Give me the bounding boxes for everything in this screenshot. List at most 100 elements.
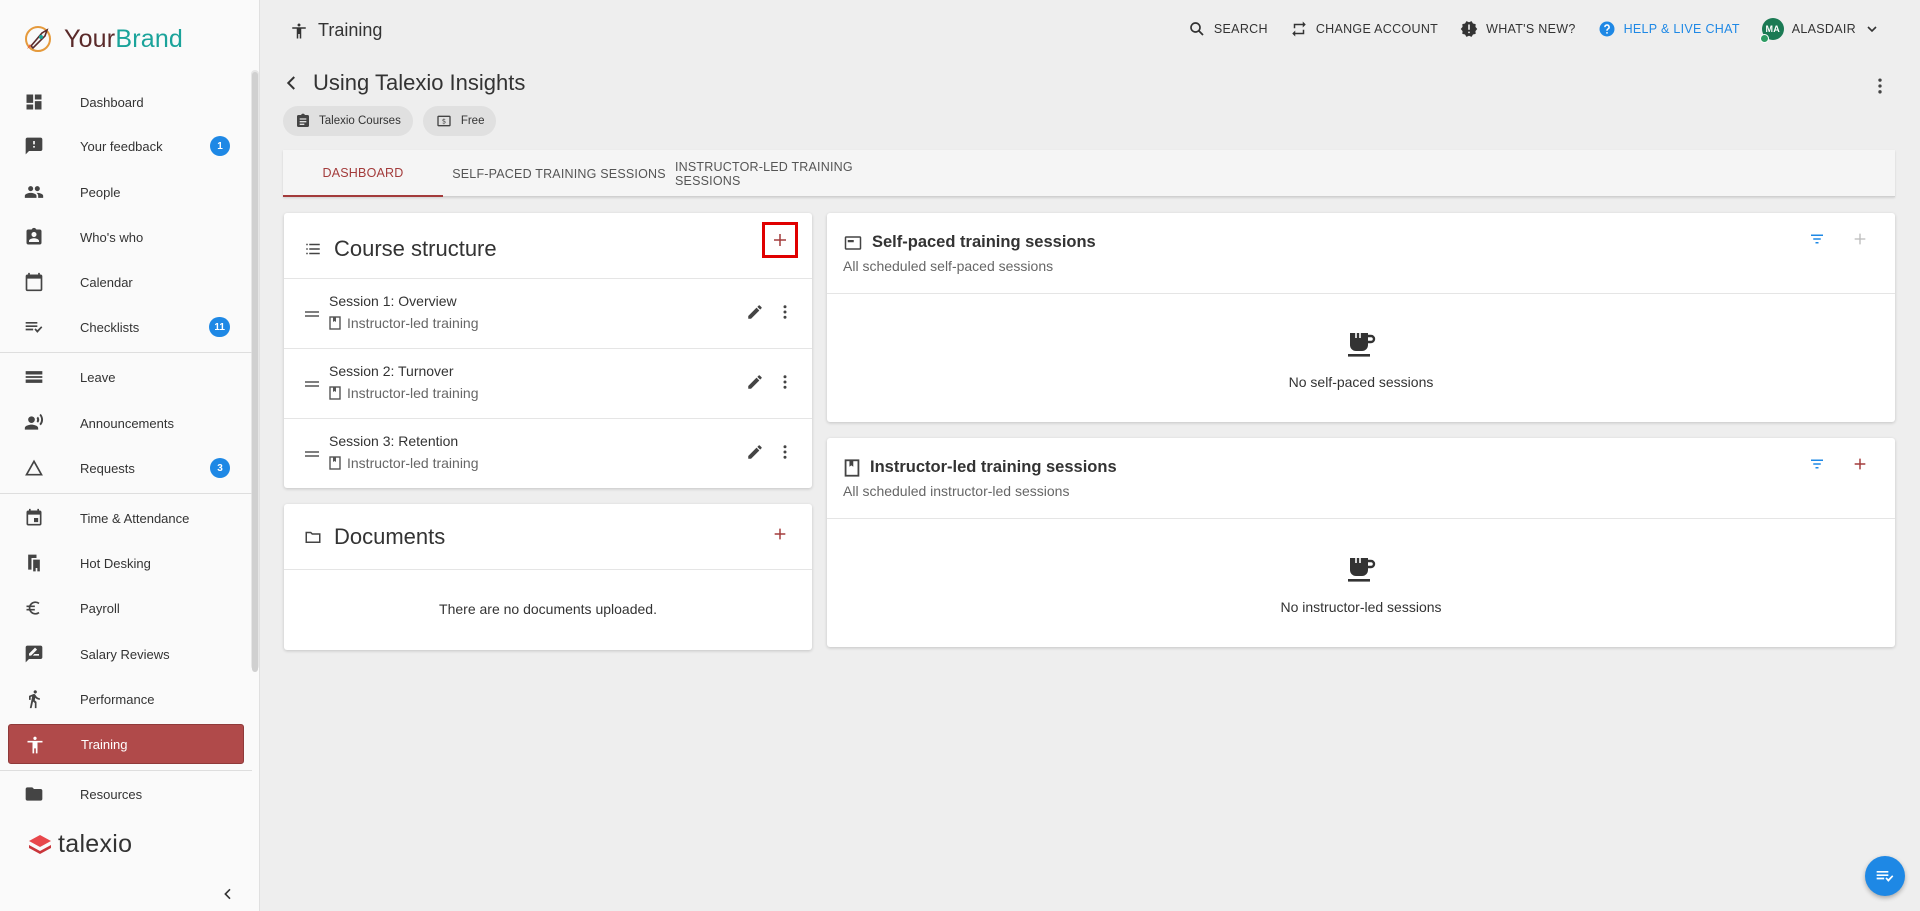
time-attendance-icon: [24, 508, 44, 528]
search-label: SEARCH: [1213, 22, 1268, 36]
help-live-chat-button[interactable]: HELP & LIVE CHAT: [1598, 20, 1740, 38]
tab-self-paced-sessions[interactable]: SELF-PACED TRAINING SESSIONS: [443, 150, 675, 197]
sidebar-item-people[interactable]: People: [8, 172, 244, 212]
sidebar-item-requests[interactable]: Requests 3: [8, 448, 244, 488]
salary-review-icon: [24, 644, 44, 664]
swap-icon: [1290, 20, 1308, 38]
sidebar-item-payroll[interactable]: Payroll: [8, 588, 244, 628]
session-more-options-button[interactable]: [776, 303, 794, 321]
user-name: ALASDAIR: [1791, 22, 1856, 36]
brand-logo[interactable]: YourBrand: [22, 24, 183, 54]
talexio-logo-text: talexio: [58, 830, 133, 858]
training-icon: [25, 735, 45, 755]
edit-session-button[interactable]: [746, 373, 764, 391]
sidebar-item-checklists[interactable]: Checklists 11: [8, 307, 244, 347]
add-self-paced-session-button[interactable]: [1848, 227, 1872, 251]
category-chip-label: Talexio Courses: [319, 115, 401, 127]
self-paced-filter-button[interactable]: [1805, 227, 1829, 251]
money-icon: $: [435, 113, 453, 129]
brand-name: YourBrand: [64, 24, 184, 53]
top-bar: Training SEARCH CHANGE ACCOUNT WHAT'S NE…: [260, 0, 1920, 62]
session-more-options-button[interactable]: [776, 373, 794, 391]
pencil-icon: [746, 443, 764, 461]
price-chip: $ Free: [422, 106, 497, 136]
course-structure-title: Course structure: [334, 236, 497, 261]
feedback-count-badge: 1: [210, 136, 230, 156]
sidebar: YourBrand Dashboard Your feedback 1 Peop…: [0, 0, 260, 911]
session-type: Instructor-led training: [329, 385, 479, 401]
chevron-left-icon: [283, 74, 301, 92]
leave-icon: [24, 367, 44, 387]
sidebar-item-performance[interactable]: Performance: [8, 679, 244, 719]
add-document-button[interactable]: [768, 522, 792, 546]
instructor-led-filter-button[interactable]: [1805, 452, 1829, 476]
coffee-icon: [1347, 555, 1377, 583]
folder-outline-icon: [304, 528, 322, 546]
drag-handle-icon[interactable]: [304, 449, 320, 459]
bookmark-book-icon: [329, 316, 341, 330]
instructor-led-sessions-card: Instructor-led training sessions All sch…: [827, 438, 1895, 647]
sidebar-scrollbar-thumb[interactable]: [252, 72, 258, 672]
pencil-icon: [746, 303, 764, 321]
self-paced-title: Self-paced training sessions: [872, 233, 1096, 251]
session-name: Session 3: Retention: [329, 433, 459, 449]
drag-handle-icon[interactable]: [304, 309, 320, 319]
self-paced-divider: [827, 293, 1895, 294]
search-button[interactable]: SEARCH: [1188, 20, 1268, 38]
sidebar-item-whos-who[interactable]: Who's who: [8, 217, 244, 257]
sidebar-item-salary-reviews[interactable]: Salary Reviews: [8, 634, 244, 674]
sidebar-item-label: Announcements: [80, 415, 174, 431]
sidebar-item-dashboard[interactable]: Dashboard: [8, 82, 244, 122]
filter-icon: [1808, 455, 1826, 473]
tab-instructor-led-sessions[interactable]: INSTRUCTOR-LED TRAINING SESSIONS: [675, 150, 911, 197]
user-menu[interactable]: MA ALASDAIR: [1759, 18, 1880, 43]
more-vert-icon: [776, 443, 794, 461]
training-icon: [290, 21, 308, 41]
folder-icon: [24, 784, 44, 804]
self-paced-sessions-card: Self-paced training sessions All schedul…: [827, 213, 1895, 422]
instructor-led-divider: [827, 518, 1895, 519]
edit-session-button[interactable]: [746, 443, 764, 461]
list-icon: [304, 240, 322, 258]
sidebar-item-label: Resources: [80, 786, 143, 802]
sidebar-item-resources[interactable]: Resources: [8, 774, 244, 814]
tab-dashboard[interactable]: DASHBOARD: [283, 150, 443, 197]
add-session-button[interactable]: [762, 222, 798, 258]
add-instructor-led-session-button[interactable]: [1848, 452, 1872, 476]
page-context: Training: [290, 20, 382, 41]
sidebar-item-label: Dashboard: [80, 94, 144, 110]
sidebar-item-training[interactable]: Training: [8, 724, 244, 764]
session-row: Session 3: Retention Instructor-led trai…: [284, 418, 812, 488]
documents-title: Documents: [334, 524, 446, 549]
whats-new-button[interactable]: WHAT'S NEW?: [1460, 20, 1575, 38]
sidebar-item-hot-desking[interactable]: Hot Desking: [8, 543, 244, 583]
page-more-options-button[interactable]: [1870, 76, 1890, 96]
documents-divider: [284, 569, 812, 570]
session-more-options-button[interactable]: [776, 443, 794, 461]
change-account-button[interactable]: CHANGE ACCOUNT: [1290, 20, 1438, 38]
back-button[interactable]: [283, 74, 301, 92]
sidebar-item-announcements[interactable]: Announcements: [8, 403, 244, 443]
sidebar-divider: [0, 493, 252, 494]
sidebar-item-label: Payroll: [80, 600, 120, 616]
book-icon: [844, 458, 860, 477]
sidebar-item-label: Your feedback: [80, 138, 163, 154]
session-row: Session 1: Overview Instructor-led train…: [284, 278, 812, 348]
collapse-sidebar-button[interactable]: [216, 882, 240, 906]
sidebar-item-label: Calendar: [80, 274, 133, 290]
edit-session-button[interactable]: [746, 303, 764, 321]
sidebar-item-leave[interactable]: Leave: [8, 357, 244, 397]
checklist-fab-button[interactable]: [1865, 856, 1905, 896]
drag-handle-icon[interactable]: [304, 379, 320, 389]
sidebar-item-label: Leave: [80, 369, 116, 385]
web-window-icon: [844, 234, 862, 252]
tab-bar: DASHBOARD SELF-PACED TRAINING SESSIONS I…: [283, 150, 1895, 197]
sidebar-item-your-feedback[interactable]: Your feedback 1: [8, 126, 244, 166]
sidebar-item-time-attendance[interactable]: Time & Attendance: [8, 498, 244, 538]
checklist-icon: [24, 317, 44, 337]
sidebar-item-calendar[interactable]: Calendar: [8, 262, 244, 302]
search-icon: [1188, 20, 1206, 38]
euro-icon: [24, 598, 44, 618]
session-row: Session 2: Turnover Instructor-led train…: [284, 348, 812, 418]
help-icon: [1598, 20, 1616, 38]
